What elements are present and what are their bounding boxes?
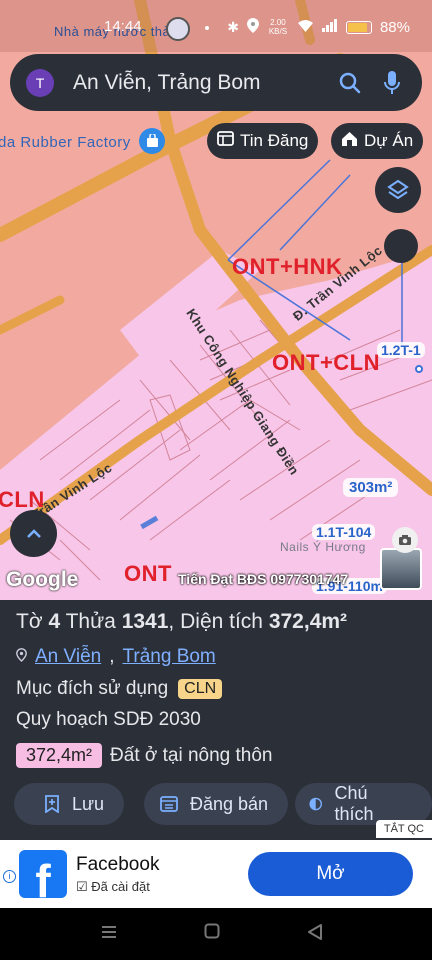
- chevron-up-icon: [26, 528, 41, 538]
- ad-open-button[interactable]: Mở: [248, 852, 413, 896]
- battery-icon: [345, 20, 372, 34]
- bookmark-add-icon: [45, 795, 59, 813]
- close-ad-button[interactable]: TẮT QC: [375, 820, 432, 838]
- shopping-bag-icon[interactable]: [139, 128, 165, 154]
- parcel-number: 1341: [121, 610, 169, 633]
- zone-label-ont-cln: ONT+CLN: [272, 350, 380, 375]
- list-icon: [160, 796, 178, 812]
- recent-apps-icon[interactable]: [100, 923, 118, 941]
- search-icon[interactable]: [336, 69, 364, 97]
- microphone-icon[interactable]: [378, 69, 406, 97]
- district-link[interactable]: Trảng Bom: [122, 646, 215, 668]
- news-chip-button[interactable]: Tin Đăng: [207, 123, 319, 159]
- projects-chip-label: Dự Án: [364, 131, 414, 150]
- legend-label: Chú thích: [334, 783, 374, 824]
- dot-icon: [205, 26, 209, 30]
- post-for-sale-button[interactable]: Đăng bán: [144, 783, 289, 825]
- plan-type-text: Đất ở tại nông thôn: [110, 744, 273, 766]
- sheet-label: Tờ: [16, 610, 43, 633]
- plan-land-type: 372,4m² Đất ở tại nông thôn: [16, 743, 273, 768]
- lot-label-1: 1.2T-1: [377, 342, 425, 358]
- ward-link[interactable]: An Viễn: [35, 646, 101, 668]
- clock: 14:44: [104, 18, 142, 35]
- area-label: Diện tích: [180, 610, 263, 633]
- parcel-title: Tờ 4 Thửa 1341, Diện tích 372,4m²: [16, 610, 348, 633]
- installed-check-icon: ☑: [76, 879, 88, 894]
- search-bar[interactable]: T An Viễn, Trảng Bom: [10, 54, 422, 111]
- ad-installed-status: ☑ Đã cài đặt: [76, 879, 150, 895]
- list-icon: [217, 131, 234, 151]
- back-icon[interactable]: [307, 923, 323, 941]
- facebook-logo: f: [19, 850, 67, 898]
- plan-heading: Quy hoạch SDĐ 2030: [16, 709, 201, 730]
- land-purpose: Mục đích sử dụng CLN: [16, 678, 223, 700]
- location-icon: [246, 18, 259, 36]
- projects-chip-button[interactable]: Dự Án: [331, 123, 424, 159]
- notification-bubble-icon: [166, 17, 190, 41]
- ad-info-icon[interactable]: i: [3, 870, 16, 883]
- expand-panel-button[interactable]: [10, 510, 57, 557]
- zone-label-ont: ONT: [124, 561, 172, 586]
- bluetooth-icon: ✱: [227, 18, 239, 35]
- camera-icon[interactable]: [392, 527, 418, 553]
- poi-nails-label: Nails Ý Hương: [280, 540, 366, 554]
- account-avatar[interactable]: T: [26, 68, 54, 97]
- watermark-text: Tiến Đạt BĐS 0977301747: [178, 571, 349, 587]
- layers-icon: [387, 179, 409, 200]
- location-pin-icon: [16, 646, 27, 668]
- status-bar: 14:44 ✱ 2.00 KB/S 88%: [0, 0, 432, 52]
- save-button[interactable]: Lưu: [14, 783, 125, 825]
- home-icon[interactable]: [204, 923, 220, 939]
- google-logo: Google: [6, 568, 79, 591]
- parcel-location: An Viễn, Trảng Bom: [16, 646, 216, 668]
- wifi-icon: [297, 19, 314, 35]
- sheet-number: 4: [48, 610, 61, 633]
- net-speed: 2.00 KB/S: [268, 18, 288, 36]
- lot-label-2: 1.1T-104: [312, 524, 376, 540]
- ad-banner[interactable]: TẮT QC i f Facebook ☑ Đã cài đặt Mở: [0, 820, 432, 908]
- installed-text: Đã cài đặt: [91, 879, 150, 894]
- opacity-slider-handle[interactable]: [384, 229, 418, 263]
- purpose-label: Mục đích sử dụng: [16, 678, 169, 699]
- plan-area-badge: 372,4m²: [16, 743, 103, 768]
- signal-icon: [321, 19, 338, 35]
- news-chip-label: Tin Đăng: [240, 131, 309, 150]
- building-icon: [341, 131, 358, 152]
- ad-app-name: Facebook: [76, 854, 160, 875]
- parcel-label: Thửa: [65, 610, 116, 633]
- system-nav-bar: [0, 908, 432, 960]
- parcel-info-panel: Tờ 4 Thửa 1341, Diện tích 372,4m² An Viễ…: [0, 600, 432, 840]
- post-label: Đăng bán: [190, 793, 269, 814]
- save-label: Lưu: [72, 793, 105, 814]
- user-photo-avatar[interactable]: [380, 548, 422, 590]
- lot-marker-icon: [415, 365, 423, 373]
- legend-button[interactable]: Chú thích: [295, 783, 432, 825]
- search-query[interactable]: An Viễn, Trảng Bom: [73, 71, 336, 95]
- purpose-code-badge: CLN: [178, 679, 223, 699]
- map-view[interactable]: Nhà máy nước thải da Rubber Factory ONT+…: [0, 0, 432, 600]
- contrast-icon: [309, 797, 323, 811]
- battery-percent: 88%: [379, 18, 410, 36]
- zone-label-ont-hnk: ONT+HNK: [232, 254, 343, 279]
- area-value: 372,4m²: [268, 610, 348, 633]
- area-badge: 303m²: [343, 478, 399, 497]
- layers-button[interactable]: [375, 167, 421, 213]
- poi-factory-label[interactable]: da Rubber Factory: [0, 134, 131, 151]
